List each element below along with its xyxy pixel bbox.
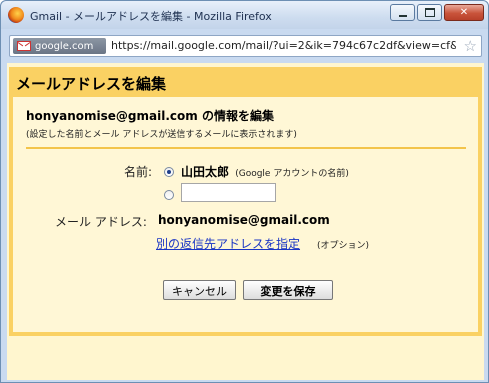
- site-identity-label: google.com: [35, 40, 94, 52]
- close-button[interactable]: ✕: [444, 4, 484, 21]
- email-note: (設定した名前とメール アドレスが送信するメールに表示されます): [26, 130, 297, 140]
- window-controls: ✕: [388, 4, 484, 22]
- title-bar: Gmail - メールアドレスを編集 - Mozilla Firefox ✕: [1, 1, 488, 29]
- radio-custom-name[interactable]: [164, 190, 174, 200]
- browser-window: Gmail - メールアドレスを編集 - Mozilla Firefox ✕ g…: [0, 0, 489, 383]
- custom-name-input[interactable]: [181, 183, 276, 202]
- dialog-body: honyanomise@gmail.com の情報を編集 (設定した名前とメール…: [9, 97, 482, 336]
- minimize-button[interactable]: [390, 4, 415, 21]
- google-name-text: 山田太郎: [181, 165, 230, 179]
- name-label: 名前:: [124, 165, 153, 179]
- address-value: honyanomise@gmail.com: [158, 213, 330, 227]
- page-content: メールアドレスを編集 honyanomise@gmail.com の情報を編集 …: [7, 63, 484, 380]
- url-text[interactable]: https://mail.google.com/mail/?ui=2&ik=79…: [111, 39, 456, 52]
- gmail-icon: [17, 41, 31, 51]
- address-label: メール アドレス:: [55, 215, 147, 229]
- dialog-header: メールアドレスを編集: [9, 67, 482, 97]
- site-identity-button[interactable]: google.com: [13, 38, 106, 54]
- dialog-inner: honyanomise@gmail.com の情報を編集 (設定した名前とメール…: [13, 97, 478, 332]
- reply-to-link[interactable]: 別の返信先アドレスを指定: [156, 235, 300, 252]
- maximize-button[interactable]: [417, 4, 442, 21]
- dialog-title: メールアドレスを編集: [16, 75, 167, 93]
- minimize-icon: [398, 14, 407, 17]
- email-heading: honyanomise@gmail.com の情報を編集: [26, 109, 274, 123]
- close-icon: ✕: [459, 7, 469, 18]
- firefox-icon: [8, 7, 24, 23]
- bottom-area: [9, 336, 482, 378]
- radio-google-name[interactable]: [164, 167, 174, 177]
- window-title: Gmail - メールアドレスを編集 - Mozilla Firefox: [30, 10, 272, 23]
- save-button[interactable]: 変更を保存: [243, 280, 333, 300]
- cancel-button[interactable]: キャンセル: [163, 280, 236, 300]
- maximize-icon: [424, 8, 435, 17]
- bookmark-star-icon[interactable]: ☆: [464, 36, 477, 56]
- google-name-option[interactable]: 山田太郎 (Google アカウントの名前): [181, 163, 349, 180]
- google-name-hint: (Google アカウントの名前): [235, 169, 349, 179]
- address-bar[interactable]: google.com https://mail.google.com/mail/…: [9, 35, 482, 57]
- divider: [26, 147, 466, 149]
- reply-to-optional: (オプション): [317, 241, 370, 251]
